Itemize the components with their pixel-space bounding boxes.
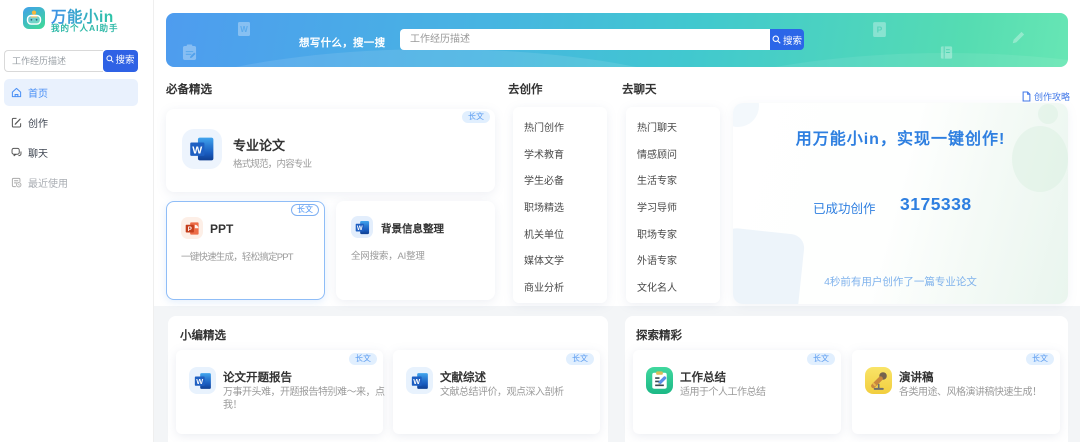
svg-text:W: W (240, 25, 248, 34)
svg-text:P: P (877, 25, 883, 35)
